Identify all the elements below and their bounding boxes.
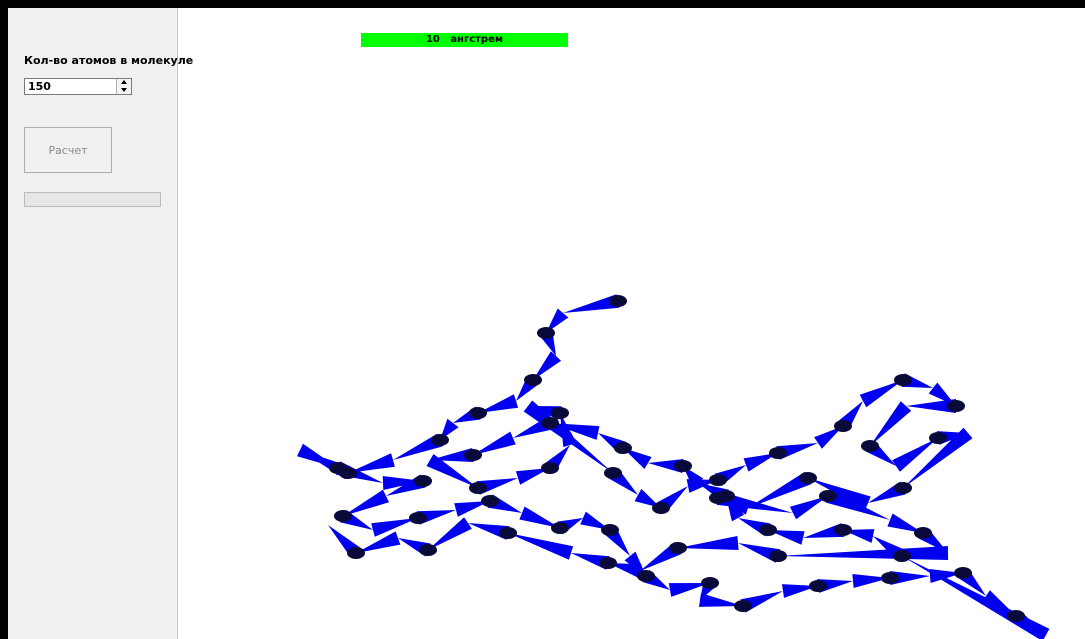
arrow-up-icon (121, 80, 127, 84)
atom-sphere (469, 407, 487, 419)
atom-sphere (734, 600, 752, 612)
atom-sphere (709, 474, 727, 486)
control-panel: Кол-во атомов в молекуле Расчет (8, 8, 193, 639)
atom-sphere (499, 527, 517, 539)
atom-sphere (609, 295, 627, 307)
atom-sphere (769, 447, 787, 459)
atom-sphere (799, 472, 817, 484)
atom-sphere (414, 475, 432, 487)
atom-sphere (894, 374, 912, 386)
atom-sphere (652, 502, 670, 514)
arrow-down-icon (121, 88, 127, 92)
atom-sphere (893, 550, 911, 562)
atom-sphere (604, 467, 622, 479)
bonds-layer (297, 294, 1050, 639)
spin-down-button[interactable] (117, 87, 131, 94)
atom-sphere (329, 462, 347, 474)
bond-cone (902, 556, 1050, 639)
atom-sphere (551, 407, 569, 419)
atom-sphere (419, 544, 437, 556)
atom-count-input[interactable] (25, 79, 113, 94)
bond-cone (678, 536, 739, 550)
atom-count-label: Кол-во атомов в молекуле (24, 54, 194, 67)
atom-sphere (481, 495, 499, 507)
atom-sphere (1007, 610, 1025, 622)
bond-cone (778, 546, 949, 560)
atom-sphere (769, 550, 787, 562)
atom-sphere (431, 434, 449, 446)
atom-sphere (709, 492, 727, 504)
atom-sphere (614, 442, 632, 454)
atom-sphere (954, 567, 972, 579)
atom-sphere (524, 374, 542, 386)
atom-sphere (541, 417, 559, 429)
atom-sphere (834, 524, 852, 536)
bond-cone (870, 401, 912, 446)
atom-sphere (701, 577, 719, 589)
app-window: Кол-во атомов в молекуле Расчет 10 ангст… (8, 8, 1085, 639)
progress-bar (24, 192, 161, 207)
calculate-button[interactable]: Расчет (24, 127, 112, 173)
atom-sphere (947, 400, 965, 412)
spinner-buttons (116, 79, 131, 94)
atom-sphere (409, 512, 427, 524)
atom-sphere (334, 510, 352, 522)
atom-sphere (914, 527, 932, 539)
atom-sphere (809, 580, 827, 592)
atom-count-spinner[interactable] (24, 78, 132, 95)
atom-sphere (819, 490, 837, 502)
atom-sphere (759, 524, 777, 536)
atom-sphere (881, 572, 899, 584)
bond-cone (428, 517, 472, 550)
atom-sphere (469, 482, 487, 494)
atom-sphere (894, 482, 912, 494)
atom-sphere (537, 327, 555, 339)
atom-sphere (861, 440, 879, 452)
atom-sphere (541, 462, 559, 474)
spin-up-button[interactable] (117, 79, 131, 86)
molecule-canvas (297, 294, 1050, 639)
atom-sphere (669, 542, 687, 554)
atom-sphere (347, 547, 365, 559)
atom-sphere (601, 524, 619, 536)
atom-sphere (599, 557, 617, 569)
atom-sphere (464, 449, 482, 461)
bond-cone (508, 533, 574, 560)
atom-sphere (637, 570, 655, 582)
atom-sphere (834, 420, 852, 432)
atom-sphere (674, 460, 692, 472)
atom-sphere (929, 432, 947, 444)
bond-cone (343, 489, 389, 516)
atom-sphere (551, 522, 569, 534)
